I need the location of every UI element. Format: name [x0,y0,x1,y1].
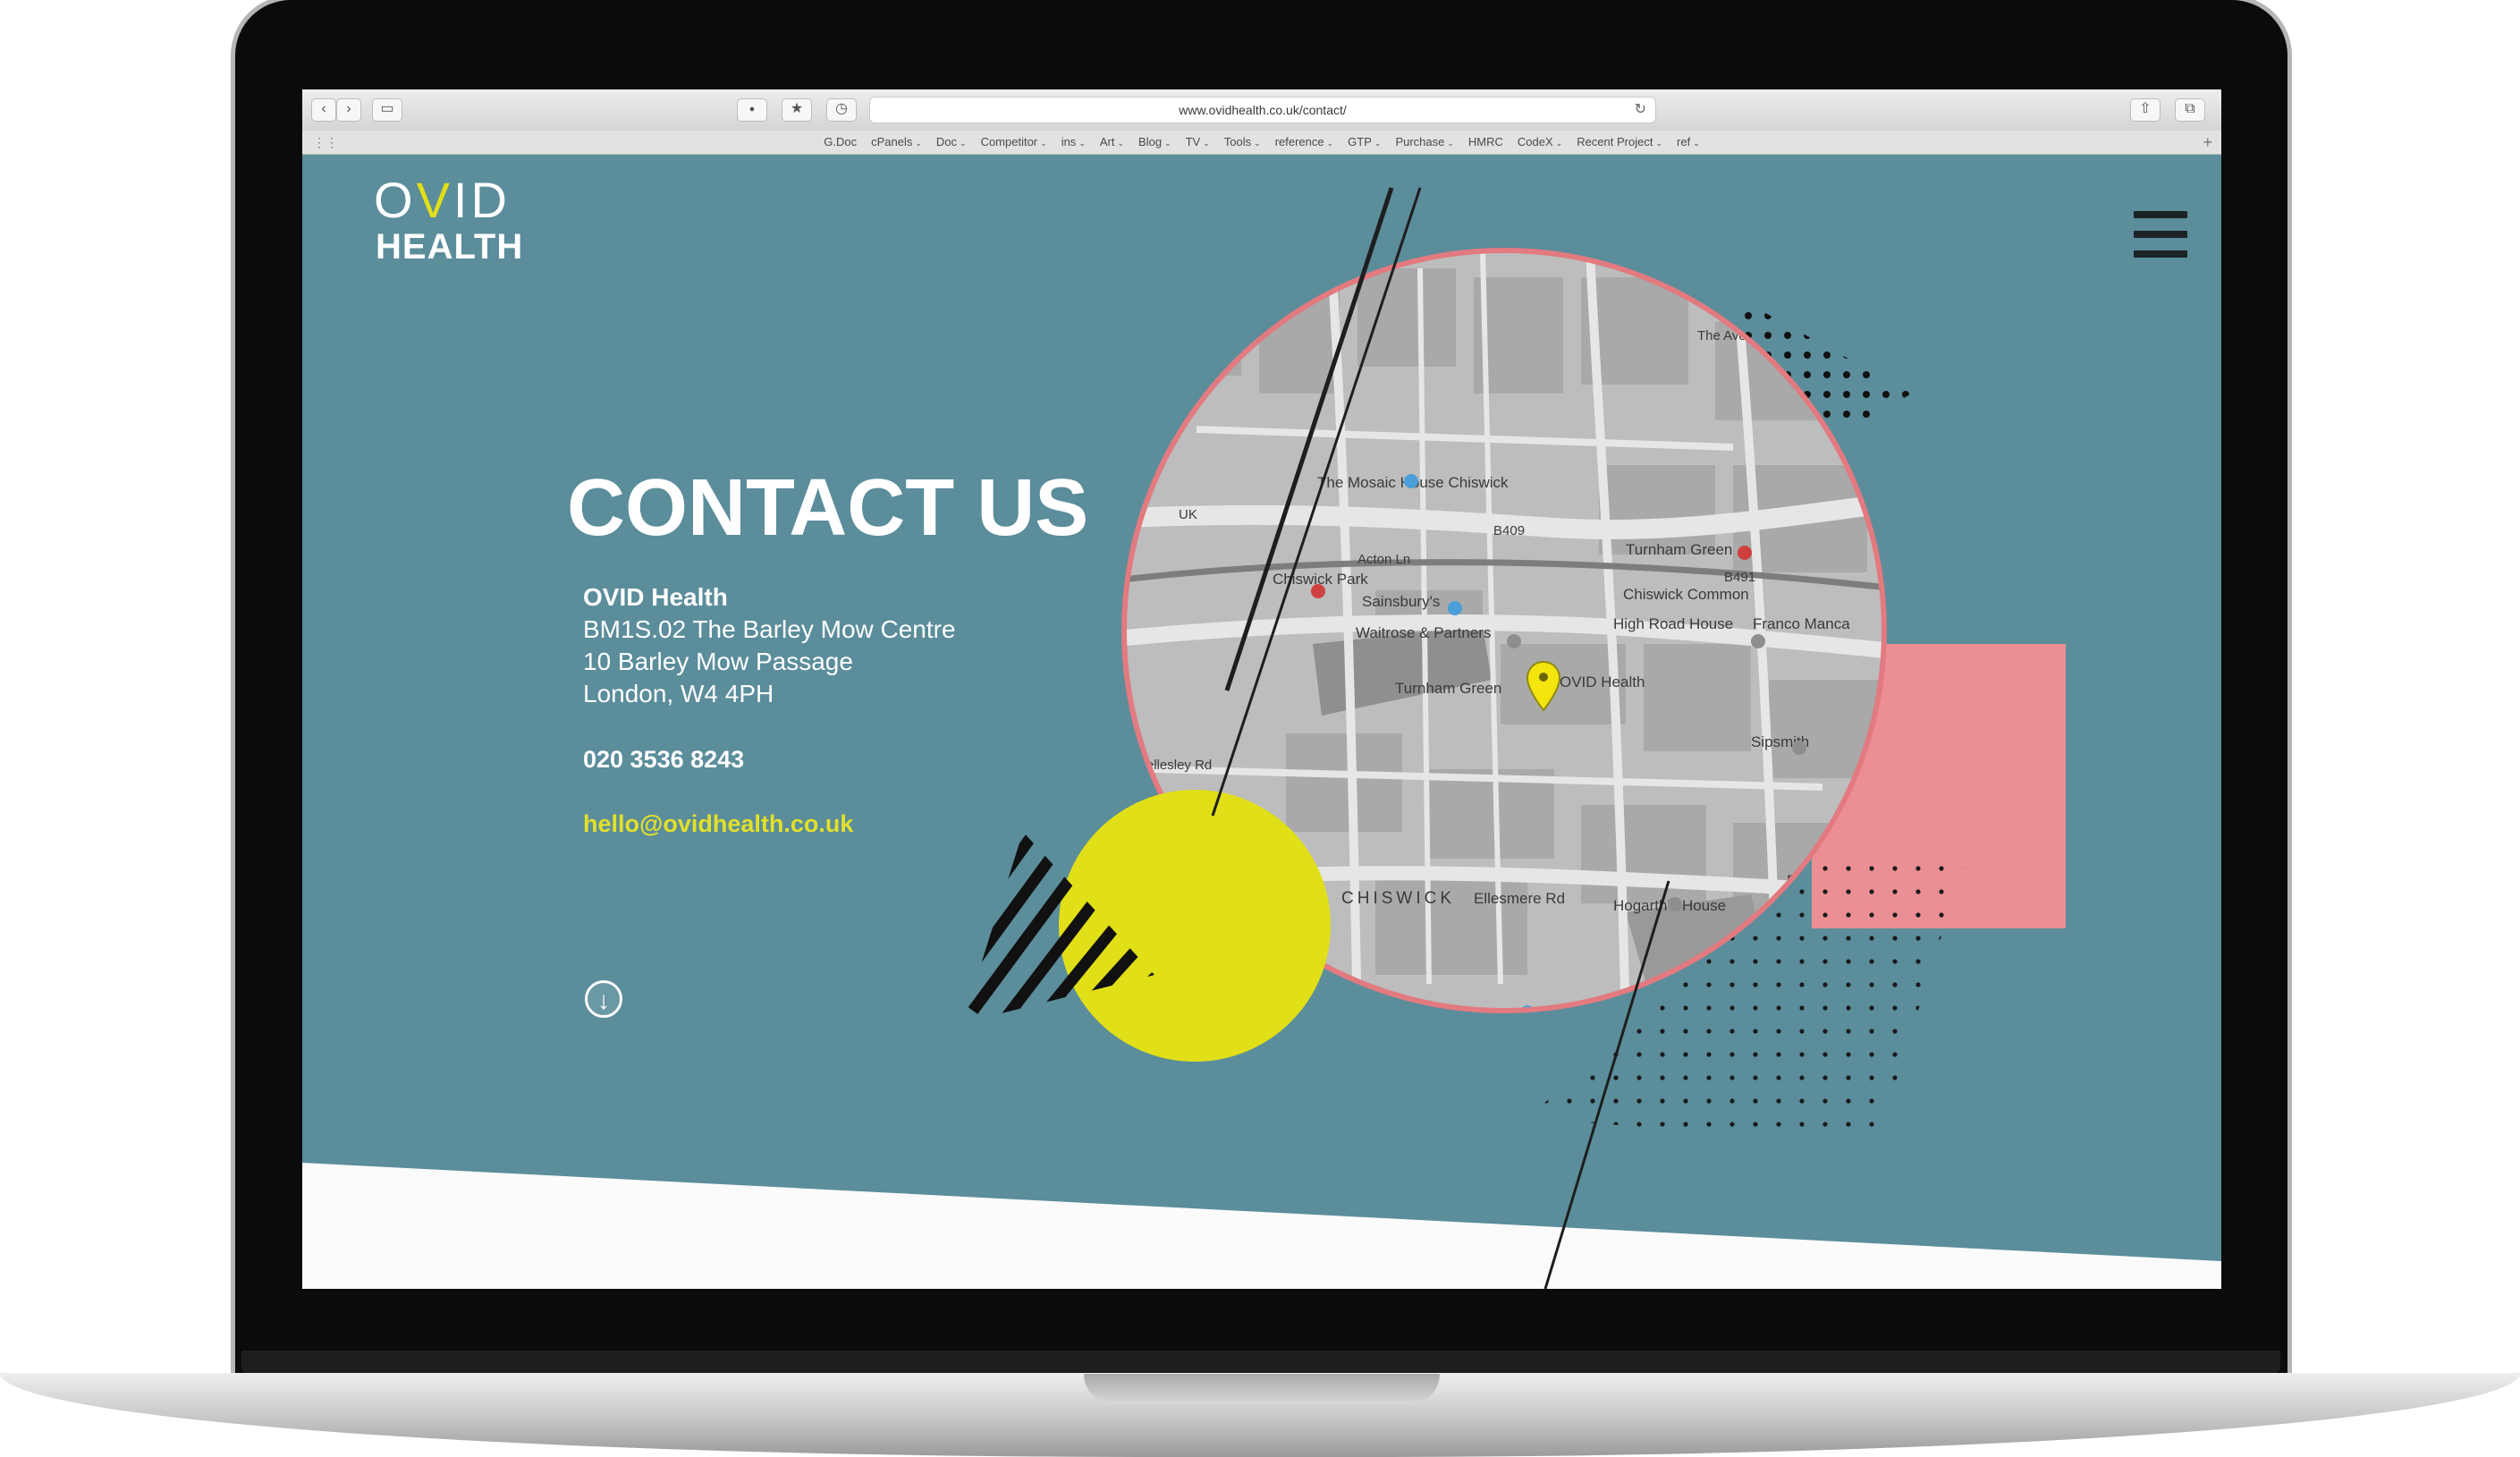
pin-icon [1668,897,1682,911]
email-link[interactable]: hello@ovidhealth.co.uk [583,810,853,838]
map-label: OVID Health [1560,673,1645,690]
menu-icon[interactable] [2134,211,2187,258]
pin-icon [1448,601,1462,615]
map-label: Sainsbury's [1362,593,1440,610]
map-label: Turnham Green [1626,541,1732,558]
logo-wordmark[interactable]: OVID [374,175,511,225]
map-label: Turnham Green [1395,680,1501,697]
map-label: High Road House [1613,615,1733,632]
pin-icon [1792,741,1806,755]
address-line: London, W4 4PH [583,680,774,707]
logo-letters: ID [452,172,511,228]
pin-icon [1507,634,1521,648]
yellow-circle [1059,790,1331,1062]
scroll-down-icon[interactable]: ↓ [585,980,622,1018]
map-label: B491 [1724,570,1755,585]
map-label: CHISWICK [1341,889,1455,908]
address-line: BM1S.02 The Barley Mow Centre [583,615,956,643]
logo-letters: O [374,172,417,228]
company-name: OVID Health [583,583,728,611]
map-label: B409 [1493,523,1525,538]
pin-icon [1404,474,1418,488]
phone-link[interactable]: 020 3536 8243 [583,746,744,774]
address-line: 10 Barley Mow Passage [583,648,853,675]
station-icon [1311,584,1325,598]
map-label: UK [1179,507,1197,522]
browser-screen: ‹ › ▭ ● ★ ◷ www.ovidhealth.co.uk/contact… [302,89,2221,1289]
map-label: Franco Manca [1753,615,1850,632]
station-icon [1738,546,1752,560]
map-label: Acton Ln [1357,552,1410,567]
map-label: Waitrose & Partners [1356,624,1491,641]
map-label: Ellesmere Rd [1474,890,1565,907]
bottom-slant [302,1163,2221,1289]
page-title: CONTACT US [567,463,1089,553]
laptop-bezel [241,1351,2280,1374]
laptop-notch [1084,1374,1440,1404]
logo-v-triangle: V [416,172,453,228]
pin-icon [1751,634,1765,648]
map-label: Chiswick Common [1623,586,1749,603]
laptop-mockup: ‹ › ▭ ● ★ ◷ www.ovidhealth.co.uk/contact… [0,0,2520,1457]
logo-subtitle: HEALTH [376,227,524,267]
